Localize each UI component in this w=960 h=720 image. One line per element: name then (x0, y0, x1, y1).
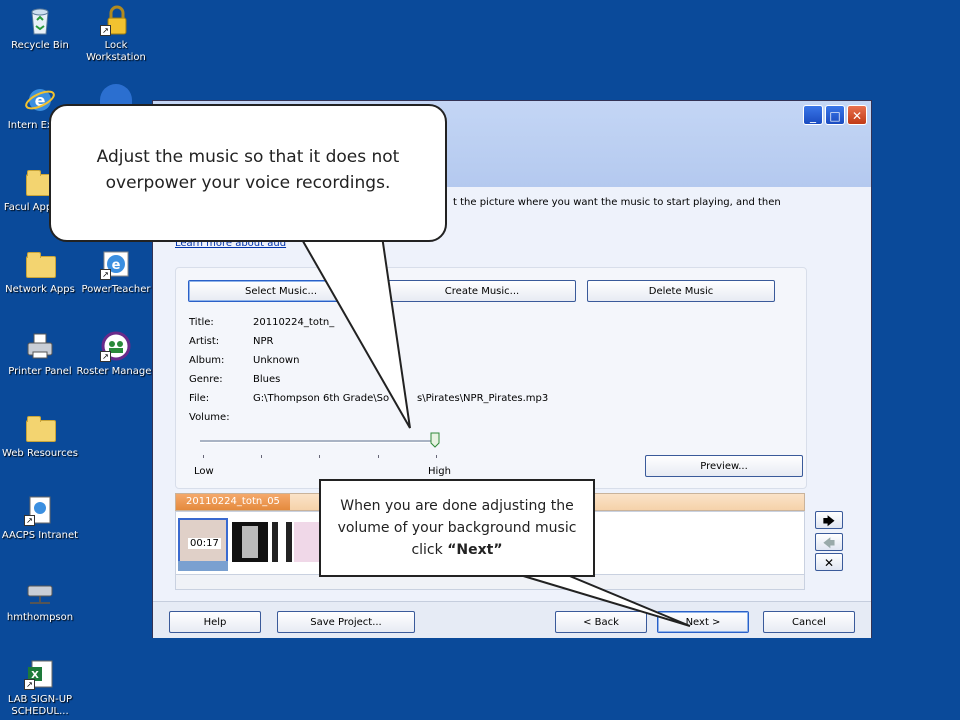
bottom-callout-joint (512, 571, 558, 575)
top-callout-joint (302, 232, 380, 240)
top-callout-tail (298, 235, 411, 429)
top-callout-text: Adjust the music so that it does not ove… (96, 147, 400, 193)
top-callout: Adjust the music so that it does not ove… (49, 104, 447, 242)
bottom-callout-emphasis: “Next” (447, 542, 503, 558)
bottom-callout: When you are done adjusting the volume o… (319, 479, 595, 577)
bottom-callout-tail (509, 571, 691, 627)
